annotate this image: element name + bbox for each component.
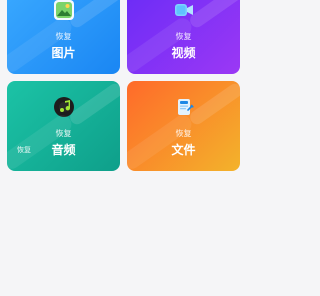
restore-label: 恢复	[175, 32, 192, 41]
document-icon	[172, 95, 196, 119]
screen: 恢复 图片 恢复 视频 恢复 恢复 音频 恢复 文件	[0, 0, 247, 296]
tile-title-audio: 音频	[51, 143, 76, 157]
tile-files[interactable]: 恢复 文件	[127, 81, 240, 171]
image-icon	[52, 0, 76, 22]
secondary-restore-label: 恢复	[17, 147, 31, 154]
tile-title-videos: 视频	[171, 46, 196, 60]
tile-title-pictures: 图片	[51, 46, 76, 60]
music-note-icon	[52, 95, 76, 119]
restore-label: 恢复	[55, 129, 72, 138]
recovery-tiles-grid: 恢复 图片 恢复 视频 恢复 恢复 音频 恢复 文件	[7, 0, 241, 171]
tile-audio[interactable]: 恢复 恢复 音频	[7, 81, 120, 171]
tile-videos[interactable]: 恢复 视频	[127, 0, 240, 74]
restore-label: 恢复	[55, 32, 72, 41]
video-camera-icon	[172, 0, 196, 22]
tile-pictures[interactable]: 恢复 图片	[7, 0, 120, 74]
tile-title-files: 文件	[171, 143, 196, 157]
restore-label: 恢复	[175, 129, 192, 138]
